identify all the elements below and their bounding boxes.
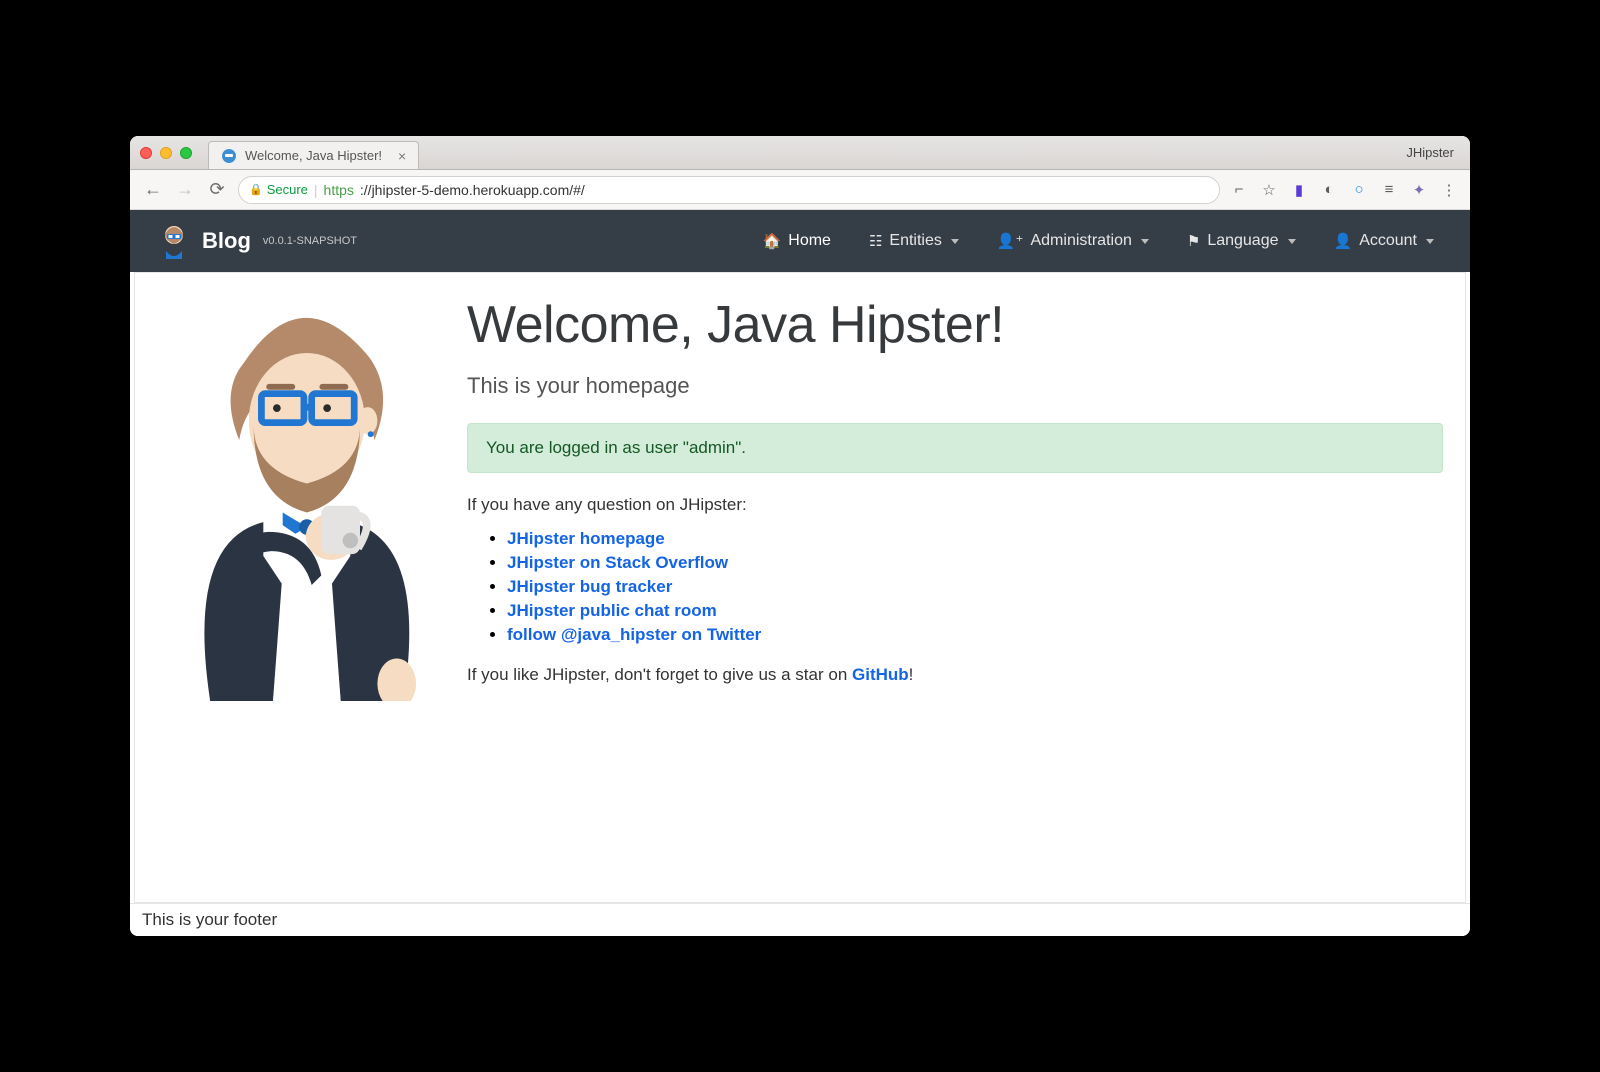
brand-version: v0.0.1-SNAPSHOT bbox=[263, 235, 357, 247]
browser-window: Welcome, Java Hipster! × JHipster ← → ⟳ … bbox=[130, 136, 1470, 936]
resource-links: JHipster homepage JHipster on Stack Over… bbox=[467, 529, 1443, 645]
url-protocol: https bbox=[324, 182, 354, 198]
list-icon: ☷ bbox=[869, 232, 882, 250]
url-input[interactable]: Secure | https://jhipster-5-demo.herokua… bbox=[238, 176, 1220, 204]
list-item: JHipster bug tracker bbox=[507, 577, 1443, 597]
minimize-window-button[interactable] bbox=[160, 147, 172, 159]
chevron-down-icon bbox=[951, 239, 959, 244]
key-icon[interactable]: ⌐ bbox=[1230, 181, 1248, 199]
main-content: Welcome, Java Hipster! This is your home… bbox=[134, 272, 1466, 903]
browser-menu-icon[interactable]: ⋮ bbox=[1440, 181, 1458, 199]
tab-title: Welcome, Java Hipster! bbox=[245, 148, 382, 163]
user-gear-icon: 👤⁺ bbox=[997, 232, 1024, 250]
secure-badge: Secure bbox=[249, 182, 308, 197]
extension-icon-2[interactable]: ◐ bbox=[1320, 181, 1338, 199]
close-tab-icon[interactable]: × bbox=[398, 148, 406, 164]
link-chat[interactable]: JHipster public chat room bbox=[507, 601, 717, 620]
nav-home-label: Home bbox=[788, 232, 831, 250]
jhipster-favicon bbox=[221, 148, 237, 164]
link-github[interactable]: GitHub bbox=[852, 665, 909, 684]
nav-admin-label: Administration bbox=[1030, 232, 1131, 250]
list-item: JHipster public chat room bbox=[507, 601, 1443, 621]
link-stackoverflow[interactable]: JHipster on Stack Overflow bbox=[507, 553, 728, 572]
page-viewport: Blog v0.0.1-SNAPSHOT 🏠 Home ☷ Entities 👤… bbox=[130, 210, 1470, 936]
main-column: Welcome, Java Hipster! This is your home… bbox=[467, 295, 1443, 880]
star-icon[interactable]: ☆ bbox=[1260, 181, 1278, 199]
nav-account-label: Account bbox=[1359, 232, 1417, 250]
browser-tab[interactable]: Welcome, Java Hipster! × bbox=[208, 141, 419, 169]
reload-button[interactable]: ⟳ bbox=[206, 179, 228, 200]
back-button[interactable]: ← bbox=[142, 179, 164, 200]
hipster-illustration bbox=[157, 295, 447, 880]
brand-name: Blog bbox=[202, 228, 251, 254]
link-homepage[interactable]: JHipster homepage bbox=[507, 529, 665, 548]
window-title: JHipster bbox=[1406, 145, 1460, 160]
app-footer: This is your footer bbox=[130, 903, 1470, 936]
forward-button[interactable]: → bbox=[174, 179, 196, 200]
extension-icon-1[interactable]: ▮ bbox=[1290, 181, 1308, 199]
link-bugtracker[interactable]: JHipster bug tracker bbox=[507, 577, 672, 596]
home-icon: 🏠 bbox=[763, 232, 782, 250]
flag-icon: ⚑ bbox=[1187, 232, 1200, 250]
star-prefix: If you like JHipster, don't forget to gi… bbox=[467, 665, 852, 684]
github-star-line: If you like JHipster, don't forget to gi… bbox=[467, 665, 1443, 685]
login-alert: You are logged in as user "admin". bbox=[467, 423, 1443, 473]
extension-icon-4[interactable]: ≡ bbox=[1380, 181, 1398, 199]
link-twitter[interactable]: follow @java_hipster on Twitter bbox=[507, 625, 761, 644]
nav-administration[interactable]: 👤⁺ Administration bbox=[987, 224, 1159, 258]
nav-language[interactable]: ⚑ Language bbox=[1177, 224, 1306, 258]
star-suffix: ! bbox=[909, 665, 914, 684]
app-navbar: Blog v0.0.1-SNAPSHOT 🏠 Home ☷ Entities 👤… bbox=[130, 210, 1470, 272]
page-subtitle: This is your homepage bbox=[467, 373, 1443, 399]
address-bar: ← → ⟳ Secure | https://jhipster-5-demo.h… bbox=[130, 170, 1470, 210]
page-title: Welcome, Java Hipster! bbox=[467, 295, 1443, 355]
nav-entities-label: Entities bbox=[889, 232, 941, 250]
chevron-down-icon bbox=[1426, 239, 1434, 244]
list-item: JHipster homepage bbox=[507, 529, 1443, 549]
titlebar: Welcome, Java Hipster! × JHipster bbox=[130, 136, 1470, 170]
nav-account[interactable]: 👤 Account bbox=[1324, 224, 1445, 258]
nav-home[interactable]: 🏠 Home bbox=[753, 224, 841, 258]
extension-icon-5[interactable]: ✦ bbox=[1410, 181, 1428, 199]
nav-language-label: Language bbox=[1207, 232, 1278, 250]
user-icon: 👤 bbox=[1334, 232, 1353, 250]
window-controls bbox=[140, 147, 192, 159]
question-text: If you have any question on JHipster: bbox=[467, 495, 1443, 515]
brand-logo-icon bbox=[156, 223, 192, 259]
chevron-down-icon bbox=[1141, 239, 1149, 244]
brand[interactable]: Blog v0.0.1-SNAPSHOT bbox=[156, 223, 357, 259]
nav-entities[interactable]: ☷ Entities bbox=[859, 224, 969, 258]
list-item: JHipster on Stack Overflow bbox=[507, 553, 1443, 573]
toolbar-extensions: ⌐ ☆ ▮ ◐ ○ ≡ ✦ ⋮ bbox=[1230, 181, 1458, 199]
close-window-button[interactable] bbox=[140, 147, 152, 159]
extension-icon-3[interactable]: ○ bbox=[1350, 181, 1368, 199]
chevron-down-icon bbox=[1288, 239, 1296, 244]
list-item: follow @java_hipster on Twitter bbox=[507, 625, 1443, 645]
maximize-window-button[interactable] bbox=[180, 147, 192, 159]
url-path: ://jhipster-5-demo.herokuapp.com/#/ bbox=[360, 182, 585, 198]
